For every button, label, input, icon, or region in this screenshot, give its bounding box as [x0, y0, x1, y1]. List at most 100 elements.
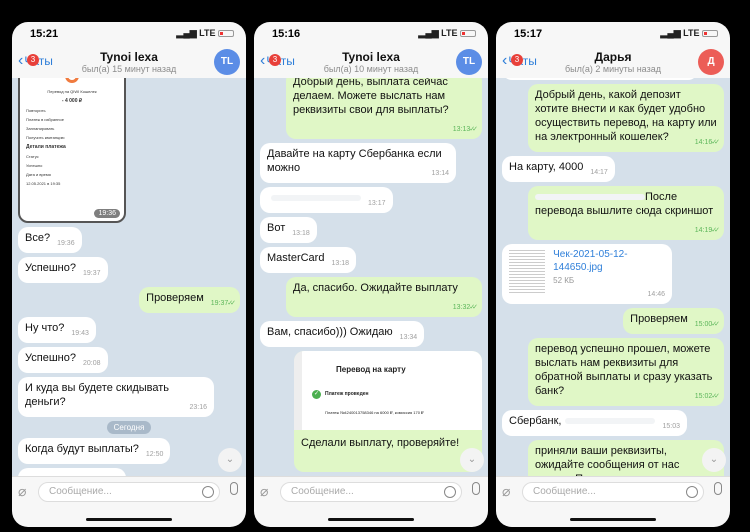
message-input[interactable]: Сообщение... — [522, 482, 704, 502]
input-bar: ⌀ Сообщение... — [254, 476, 488, 506]
phone-screen: 15:21▂▄▆ LTE ‹Чаты3Tynoi lexaбыл(а) 15 м… — [12, 22, 246, 527]
sticker-icon[interactable] — [202, 486, 214, 498]
outgoing-message: После перевода вышлите сюда скриншот 14:1… — [528, 186, 724, 240]
message-text: Ну что? — [25, 322, 65, 334]
status-indicators: ▂▄▆ LTE — [660, 28, 718, 39]
message-text: Да, спасибо. Ожидайте выплату — [293, 282, 458, 294]
home-indicator — [328, 518, 414, 521]
screenshot-line: 12.05.2021 в 19:35 — [26, 181, 61, 186]
sticker-icon[interactable] — [444, 486, 456, 498]
message-list[interactable]: ИсторияПеревод на QIWI Кошелек- 4 000 ₽П… — [12, 78, 246, 476]
outgoing-message: приняли ваши реквизиты, ожидайте сообщен… — [528, 440, 724, 476]
read-checkmarks-icon: ✓✓ — [711, 227, 720, 234]
attach-icon[interactable]: ⌀ — [260, 483, 268, 500]
screenshot-line: Детали платежа — [26, 144, 66, 150]
microphone-icon[interactable] — [230, 482, 238, 495]
chat-header: ‹Чаты3Tynoi lexaбыл(а) 10 минут назадTL — [254, 44, 488, 78]
input-bar: ⌀ Сообщение... — [12, 476, 246, 506]
microphone-icon[interactable] — [472, 482, 480, 495]
network-label: LTE — [683, 28, 700, 38]
last-seen-status: был(а) 15 минут назад — [81, 64, 177, 74]
message-time: 13:13 ✓✓ — [452, 126, 478, 133]
scroll-down-button[interactable]: ⌄ — [218, 448, 242, 472]
message-input[interactable]: Сообщение... — [280, 482, 462, 502]
attach-icon[interactable]: ⌀ — [502, 483, 510, 500]
phone-screen: 15:16▂▄▆ LTE ‹Чаты3Tynoi lexaбыл(а) 10 м… — [254, 22, 488, 527]
message-list[interactable]: 12 маяПривет! Интересно сотрудничество01… — [496, 78, 730, 476]
message-time: 14:17 — [590, 169, 608, 176]
message-list[interactable]: Свяжитесь со мной12:51Пожалуйста12:51И е… — [254, 78, 488, 476]
avatar[interactable]: TL — [214, 49, 240, 75]
message-time: 13:18 — [331, 260, 349, 267]
chat-title[interactable]: Дарья — [496, 50, 730, 64]
microphone-icon[interactable] — [714, 482, 722, 495]
message-time: 19:37 — [82, 270, 101, 277]
outgoing-message: перевод успешно прошел, можете выслать н… — [528, 338, 724, 406]
file-attachment[interactable]: Чек-2021-05-12-144650.jpg 52 КБ — [509, 248, 665, 294]
outgoing-message: Да, спасибо. Ожидайте выплату 13:32 ✓✓ — [286, 277, 482, 317]
chat-title[interactable]: Tynoi lexa — [254, 50, 488, 64]
avatar[interactable]: Д — [698, 49, 724, 75]
receipt-details: Платеж №4240013758346 на 6000 ₽, комисси… — [325, 410, 424, 415]
redacted-text — [535, 194, 645, 201]
status-bar: 15:16 ▂▄▆ LTE — [272, 28, 476, 42]
message-time: 14:19 ✓✓ — [694, 227, 720, 234]
message-text: Вот — [267, 222, 286, 234]
message-input[interactable]: Сообщение... — [38, 482, 220, 502]
messages: 12 маяПривет! Интересно сотрудничество01… — [502, 78, 724, 476]
sticker-icon[interactable] — [686, 486, 698, 498]
file-message[interactable]: Чек-2021-05-12-144650.jpg 52 КБ 14:46 — [502, 244, 672, 304]
message-time: 20:08 — [82, 360, 101, 367]
file-info: Чек-2021-05-12-144650.jpg 52 КБ — [553, 248, 665, 294]
message-text: Проверяем — [630, 313, 688, 325]
message-time: 13:14 — [431, 170, 449, 177]
input-bar: ⌀ Сообщение... — [496, 476, 730, 506]
scroll-down-button[interactable]: ⌄ — [460, 448, 484, 472]
message-time: 13:17 — [368, 200, 386, 207]
message-text: Успешно? — [25, 262, 76, 274]
receipt-title: Перевод на карту — [336, 365, 406, 374]
incoming-message: Когда будут выплаты? 12:50 — [18, 438, 171, 464]
screenshot-line: Запланировать — [26, 126, 55, 131]
incoming-message: Все? 19:36 — [18, 227, 82, 253]
read-checkmarks-icon: ✓✓ — [227, 300, 236, 307]
message-text: перевод успешно прошел, можете выслать н… — [535, 343, 713, 397]
attach-icon[interactable]: ⌀ — [18, 483, 26, 500]
message-text: На карту, 4000 — [509, 161, 584, 173]
file-size: 52 КБ — [553, 276, 575, 285]
last-seen-status: был(а) 10 минут назад — [323, 64, 419, 74]
file-name[interactable]: Чек-2021-05-12-144650.jpg — [553, 248, 665, 274]
message-text: И куда вы будете скидывать деньги? — [25, 382, 170, 408]
chat-header: ‹Чаты3Tynoi lexaбыл(а) 15 минут назадTL — [12, 44, 246, 78]
screenshot-line: Получить квитанцию — [26, 135, 65, 140]
incoming-message: Успешно? 19:37 — [18, 257, 108, 283]
incoming-message: И куда вы будете скидывать деньги? 23:16 — [18, 377, 214, 417]
message-time: 15:02 ✓✓ — [694, 393, 720, 400]
incoming-message: Вот 13:18 — [260, 217, 317, 243]
message-time: 15:00 ✓✓ — [694, 321, 720, 328]
home-indicator — [86, 518, 172, 521]
message-text: приняли ваши реквизиты, ожидайте сообщен… — [535, 445, 680, 476]
read-checkmarks-icon: ✓✓ — [711, 393, 720, 400]
date-separator: Сегодня — [106, 421, 152, 434]
message-text: Сделали выплату, проверяйте! — [301, 437, 460, 449]
incoming-message: Ну что? 19:43 — [18, 317, 96, 343]
network-label: LTE — [199, 28, 216, 38]
redacted-text — [271, 195, 361, 202]
avatar[interactable]: TL — [456, 49, 482, 75]
screenshot-line: Дата и время — [26, 172, 51, 177]
receipt-message[interactable]: Перевод на карту ✓ Платеж проведен Платеж №… — [294, 351, 482, 472]
file-thumbnail — [509, 248, 546, 294]
message-time: 13:34 — [399, 334, 418, 341]
phone-screen: 15:17▂▄▆ LTE ‹Чаты3Дарьябыл(а) 2 минуты … — [496, 22, 730, 527]
qiwi-logo-icon — [65, 78, 79, 83]
incoming-message: 13:17 — [260, 187, 393, 213]
battery-icon — [460, 30, 476, 38]
scroll-down-button[interactable]: ⌄ — [702, 448, 726, 472]
incoming-message: На карту, 4000 14:17 — [502, 156, 615, 182]
message-time: 19:37 ✓✓ — [210, 300, 236, 307]
chat-title[interactable]: Tynoi lexa — [12, 50, 246, 64]
screenshot-line: - 4 000 ₽ — [61, 98, 83, 104]
image-message[interactable]: ИсторияПеревод на QIWI Кошелек- 4 000 ₽П… — [18, 78, 126, 223]
battery-icon — [218, 30, 234, 38]
